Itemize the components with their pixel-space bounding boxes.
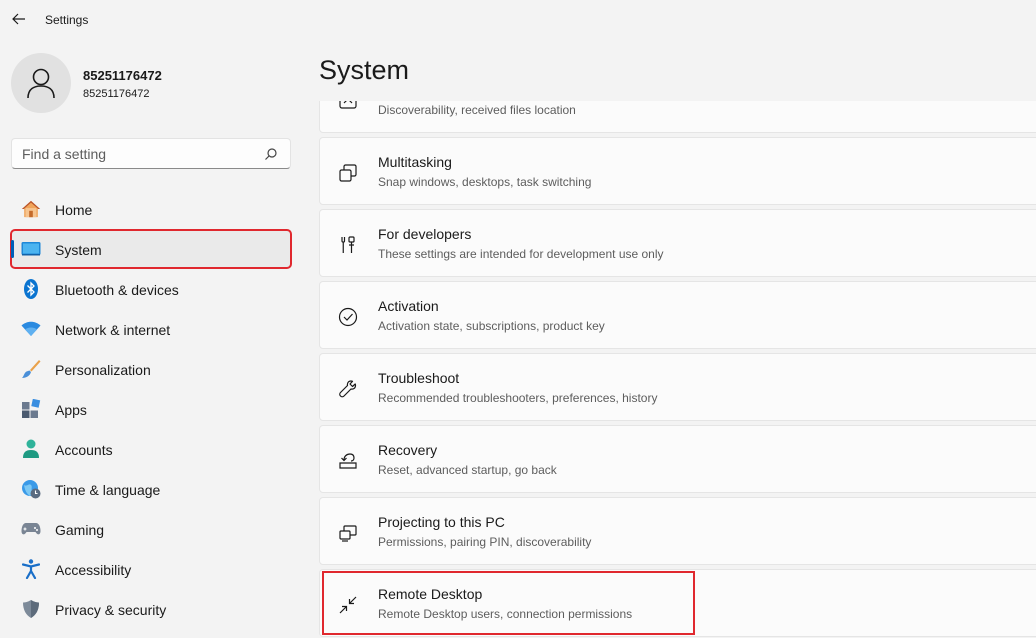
wifi-icon xyxy=(21,319,41,339)
page-title: System xyxy=(319,55,410,85)
card-description: Permissions, pairing PIN, discoverabilit… xyxy=(378,535,592,549)
card-description: These settings are intended for developm… xyxy=(378,247,664,261)
card-remote-desktop[interactable]: Remote Desktop Remote Desktop users, con… xyxy=(319,569,1036,637)
back-arrow-icon xyxy=(12,13,25,25)
sidebar-item-label: Gaming xyxy=(55,522,105,538)
accounts-icon xyxy=(21,439,41,459)
sidebar-item-label: Bluetooth & devices xyxy=(55,282,179,298)
home-icon xyxy=(21,199,41,219)
card-for-developers[interactable]: For developers These settings are intend… xyxy=(319,209,1036,277)
sidebar-item-personalization[interactable]: Personalization xyxy=(11,350,291,388)
sidebar-item-label: Apps xyxy=(55,402,87,418)
projection-icon xyxy=(337,522,359,544)
sidebar-item-label: System xyxy=(55,242,102,258)
card-description: Remote Desktop users, connection permiss… xyxy=(378,607,633,621)
accessibility-icon xyxy=(21,559,41,579)
system-icon xyxy=(21,239,41,259)
card-nearby-sharing[interactable]: Discoverability, received files location xyxy=(319,101,1036,133)
sidebar-item-apps[interactable]: Apps xyxy=(11,390,291,428)
card-title: Multitasking xyxy=(378,154,452,170)
card-title: Recovery xyxy=(378,442,438,458)
back-button[interactable] xyxy=(8,8,30,30)
avatar[interactable] xyxy=(11,53,71,113)
sidebar-item-label: Accessibility xyxy=(55,562,132,578)
card-description: Activation state, subscriptions, product… xyxy=(378,319,605,333)
apps-icon xyxy=(21,399,41,419)
sidebar-item-system[interactable]: System xyxy=(10,229,292,269)
developer-tools-icon xyxy=(337,234,359,256)
sidebar-item-accessibility[interactable]: Accessibility xyxy=(11,550,291,588)
card-recovery[interactable]: Recovery Reset, advanced startup, go bac… xyxy=(319,425,1036,493)
sidebar-item-time-language[interactable]: Time & language xyxy=(11,470,291,508)
card-title: Troubleshoot xyxy=(378,370,460,386)
recovery-icon xyxy=(337,450,359,472)
sidebar-item-label: Accounts xyxy=(55,442,113,458)
card-title: Projecting to this PC xyxy=(378,514,505,530)
sidebar-item-bluetooth[interactable]: Bluetooth & devices xyxy=(11,270,291,308)
card-description: Reset, advanced startup, go back xyxy=(378,463,557,477)
card-activation[interactable]: Activation Activation state, subscriptio… xyxy=(319,281,1036,349)
settings-list: Discoverability, received files location… xyxy=(319,101,1036,638)
user-name: 85251176472 xyxy=(83,68,162,83)
search-input[interactable] xyxy=(12,145,257,162)
search-icon[interactable] xyxy=(264,147,278,161)
sidebar-item-home[interactable]: Home xyxy=(11,190,291,228)
gamepad-icon xyxy=(21,519,41,539)
sidebar-item-label: Time & language xyxy=(55,482,161,498)
sidebar-item-label: Privacy & security xyxy=(55,602,167,618)
globe-clock-icon xyxy=(21,479,41,499)
app-title: Settings xyxy=(45,13,89,27)
sidebar-item-label: Personalization xyxy=(55,362,151,378)
sidebar-item-privacy-security[interactable]: Privacy & security xyxy=(11,590,291,628)
wrench-icon xyxy=(337,378,359,400)
card-description: Snap windows, desktops, task switching xyxy=(378,175,592,189)
card-troubleshoot[interactable]: Troubleshoot Recommended troubleshooters… xyxy=(319,353,1036,421)
sidebar-item-label: Network & internet xyxy=(55,322,171,338)
sidebar-item-gaming[interactable]: Gaming xyxy=(11,510,291,548)
remote-desktop-icon xyxy=(337,594,359,616)
brush-icon xyxy=(21,359,41,379)
card-title: Activation xyxy=(378,298,439,314)
title-bar: Settings xyxy=(0,0,1036,40)
check-circle-icon xyxy=(337,306,359,328)
card-description: Recommended troubleshooters, preferences… xyxy=(378,391,658,405)
card-description: Discoverability, received files location xyxy=(378,103,576,117)
bluetooth-icon xyxy=(21,279,41,299)
card-projecting-to-this-pc[interactable]: Projecting to this PC Permissions, pairi… xyxy=(319,497,1036,565)
search-box[interactable] xyxy=(11,138,291,169)
shield-icon xyxy=(21,599,41,619)
sidebar-nav: Home System Bluetooth & devices Network … xyxy=(10,190,292,630)
user-email: 85251176472 xyxy=(83,88,150,100)
card-title: Remote Desktop xyxy=(378,586,483,602)
sidebar-item-label: Home xyxy=(55,202,93,218)
sidebar-item-network[interactable]: Network & internet xyxy=(11,310,291,348)
multitasking-icon xyxy=(337,162,359,184)
sidebar-item-accounts[interactable]: Accounts xyxy=(11,430,291,468)
card-title: For developers xyxy=(378,226,472,242)
nearby-sharing-icon xyxy=(337,101,359,112)
user-icon xyxy=(27,68,55,99)
card-multitasking[interactable]: Multitasking Snap windows, desktops, tas… xyxy=(319,137,1036,205)
